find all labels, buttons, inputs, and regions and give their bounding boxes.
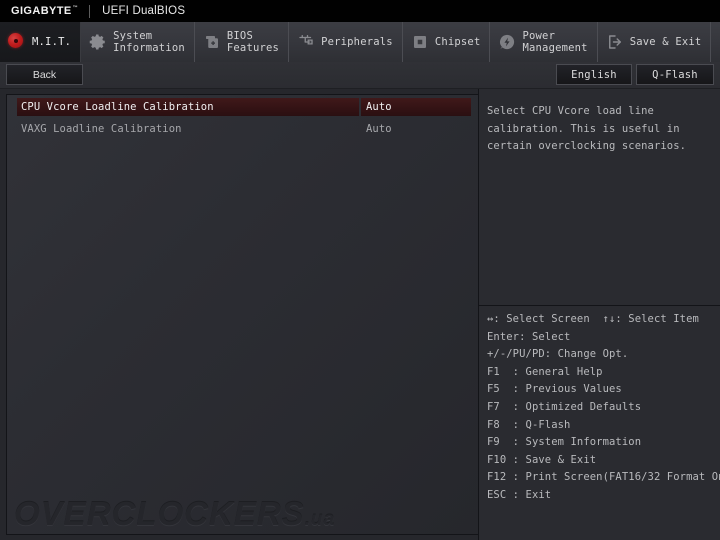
sub-toolbar: Back English Q-Flash [0,62,720,89]
tab-chipset-label: Chipset [434,36,481,48]
settings-list: CPU Vcore Loadline Calibration Auto VAXG… [6,94,478,535]
key-help-line: F1 : General Help [487,365,603,378]
peripherals-plug-icon [297,33,315,51]
trademark-symbol: ™ [72,5,79,12]
setting-label: VAXG Loadline Calibration [21,123,182,135]
setting-row-cpu-vcore-loadline-calibration[interactable]: CPU Vcore Loadline Calibration Auto [7,97,478,117]
tab-power-management-label: Power Management [522,30,588,54]
back-button[interactable]: Back [6,64,83,85]
setting-value[interactable]: Auto [361,120,471,138]
chip-plus-icon [203,33,221,51]
qflash-button[interactable]: Q-Flash [636,64,714,85]
tab-system-information[interactable]: System Information [81,22,195,62]
tab-bios-features[interactable]: BIOS Features [195,22,290,62]
brand-divider [89,4,91,18]
tab-peripherals[interactable]: Peripherals [289,22,403,62]
gear-icon [89,33,107,51]
gigabyte-logo: GIGABYTE™ [0,5,78,17]
setting-label: CPU Vcore Loadline Calibration [17,98,359,116]
key-help-line: F8 : Q-Flash [487,418,571,431]
key-help-line: F10 : Save & Exit [487,453,597,466]
main-tab-strip: M.I.T. System Information BIOS Features [0,22,720,62]
tab-mit[interactable]: M.I.T. [0,22,82,62]
tab-save-and-exit[interactable]: Save & Exit [598,22,712,62]
keyboard-help-list: ↔: Select Screen ↑↓: Select Item Enter: … [479,311,720,505]
chipset-square-icon [411,33,429,51]
watermark: OVERCLOCKERS.ua [14,495,394,535]
key-help-line: Enter: Select [487,330,571,343]
key-help-line: F12 : Print Screen(FAT16/32 Format Only) [487,471,720,484]
help-description-box: Select CPU Vcore load line calibration. … [479,92,720,299]
key-help-line: ↔: Select Screen ↑↓: Select Item [487,313,699,325]
tab-save-and-exit-label: Save & Exit [629,36,702,48]
main-body: CPU Vcore Loadline Calibration Auto VAXG… [0,89,720,540]
watermark-main: OVERCLOCKERS [14,495,305,532]
tab-peripherals-label: Peripherals [321,36,393,48]
uefi-title: UEFI DualBIOS [102,5,186,17]
mit-red-disc-icon [8,33,26,51]
tab-bios-features-label: BIOS Features [226,30,280,54]
tab-chipset[interactable]: Chipset [403,22,491,62]
brand-bar: GIGABYTE™ UEFI DualBIOS [0,0,720,22]
tab-system-information-label: System Information [113,30,185,54]
key-help-line: F5 : Previous Values [487,383,622,396]
help-description-text: Select CPU Vcore load line calibration. … [487,105,687,152]
key-help-line: F9 : System Information [487,436,642,449]
setting-value[interactable]: Auto [361,98,471,116]
watermark-suffix: .ua [304,509,336,530]
key-help-line: F7 : Optimized Defaults [487,400,642,413]
power-bolt-icon [498,33,516,51]
tab-mit-label: M.I.T. [32,36,72,48]
bios-screen: GIGABYTE™ UEFI DualBIOS M.I.T. System In… [0,0,720,540]
exit-arrow-icon [606,33,624,51]
info-panel-divider [479,305,720,306]
setting-row-vaxg-loadline-calibration[interactable]: VAXG Loadline Calibration Auto [7,119,478,139]
key-help-line: +/-/PU/PD: Change Opt. [487,348,629,361]
info-panel: Select CPU Vcore load line calibration. … [478,89,720,540]
tab-power-management[interactable]: Power Management [490,22,598,62]
language-button[interactable]: English [556,64,632,85]
gigabyte-logo-text: GIGABYTE [11,5,72,17]
key-help-line: ESC : Exit [487,488,552,501]
